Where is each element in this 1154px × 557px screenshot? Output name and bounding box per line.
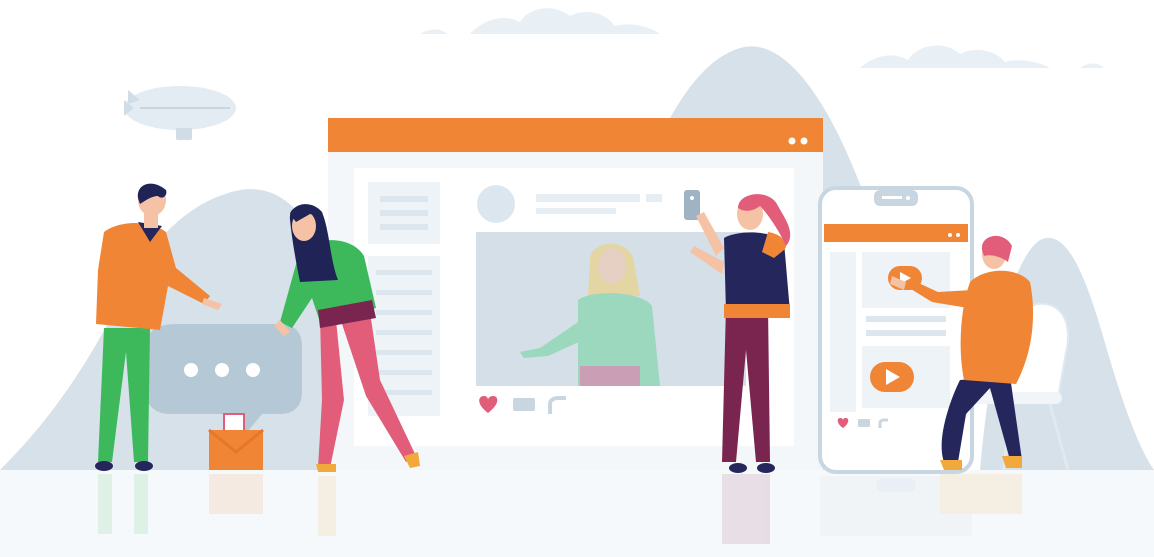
comment-icon[interactable] [858,419,870,427]
play-icon[interactable] [870,362,914,392]
browser-titlebar [328,118,823,152]
illustration-scene [0,8,1154,557]
blimp-icon [124,86,236,140]
window-dot [788,137,796,145]
comment-icon[interactable] [513,398,535,411]
avatar [477,185,515,223]
window-dot [800,137,808,145]
